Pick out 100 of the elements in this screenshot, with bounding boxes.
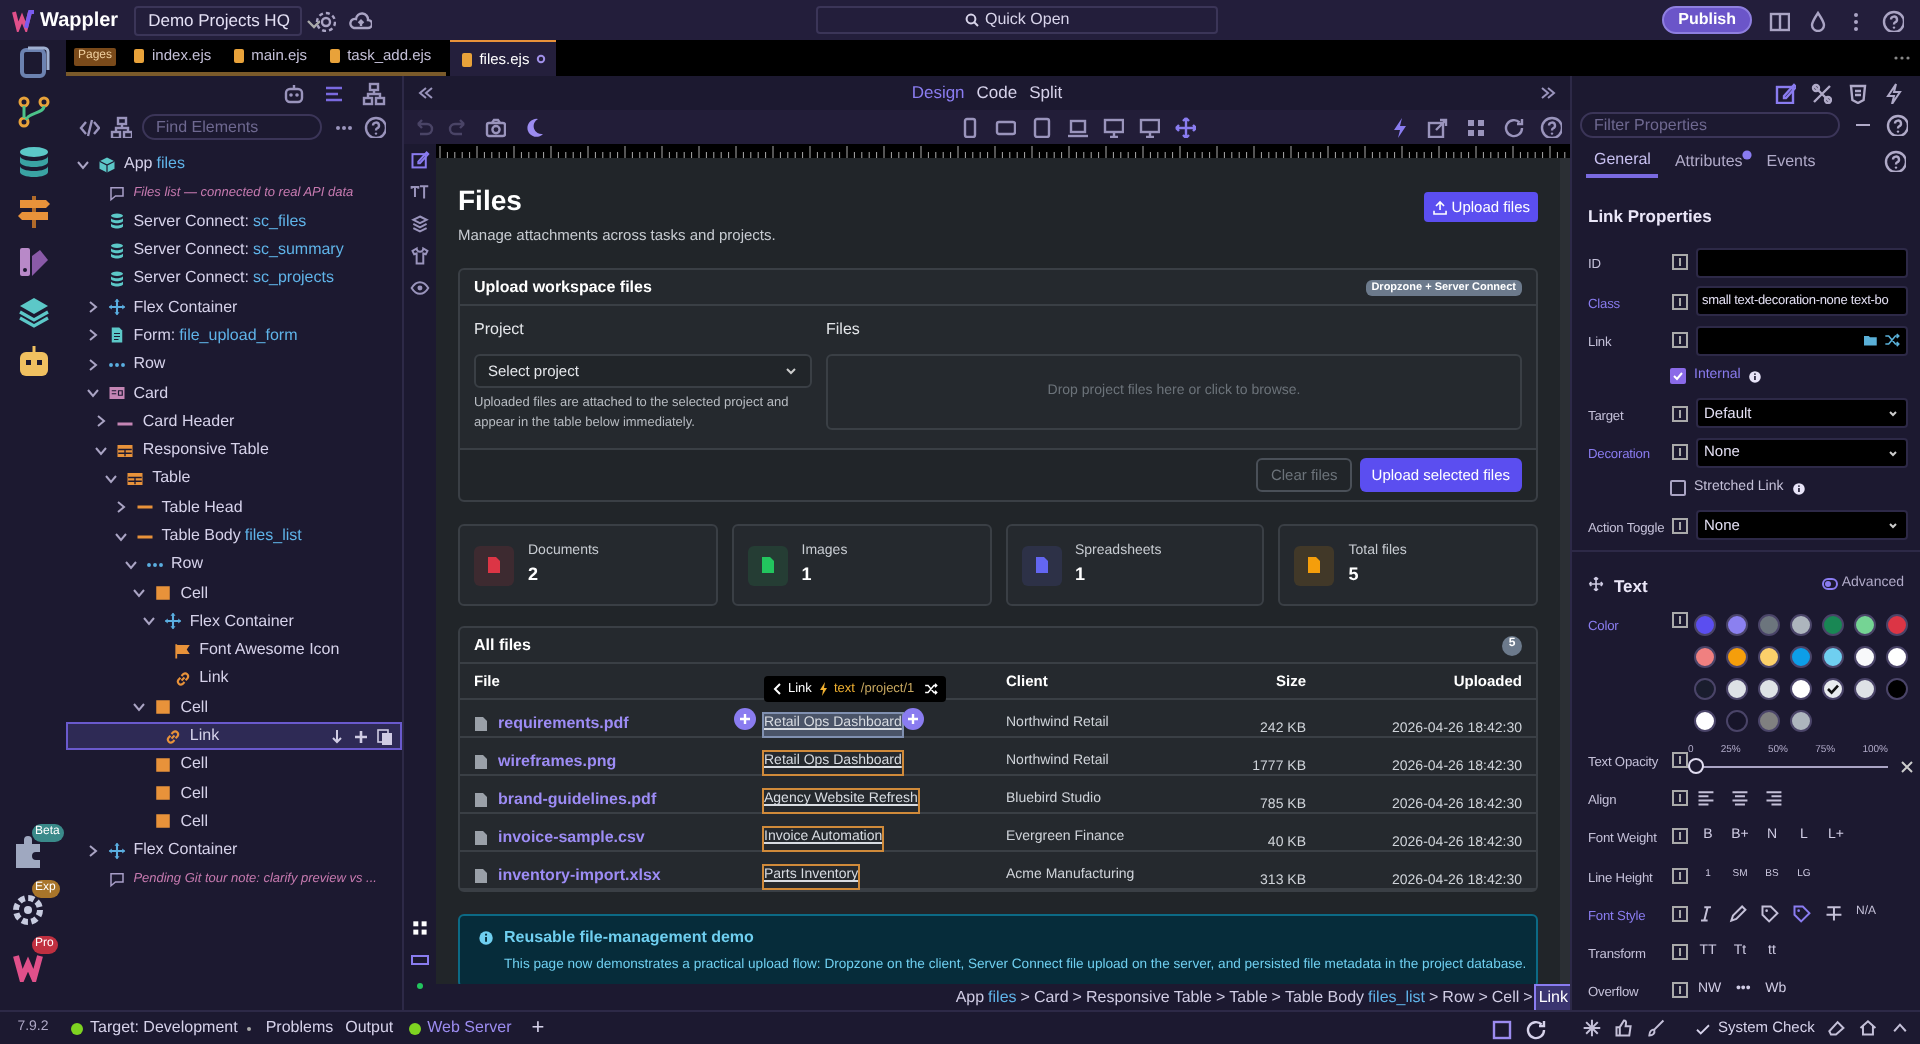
binding-icon[interactable] — [1672, 751, 1688, 768]
eye-icon[interactable] — [410, 278, 430, 298]
breadcrumb-item[interactable]: App files — [955, 985, 1017, 1009]
text-size-icon[interactable] — [410, 182, 430, 202]
panel-icon[interactable] — [410, 950, 430, 970]
moon-icon[interactable] — [522, 116, 544, 138]
help-icon[interactable] — [364, 116, 386, 138]
publish-button[interactable]: Publish — [1662, 6, 1752, 34]
share-icon[interactable] — [1426, 116, 1448, 138]
lightning-icon[interactable] — [1388, 116, 1410, 138]
camera-icon[interactable] — [484, 116, 506, 138]
checkbox[interactable] — [1670, 480, 1686, 497]
color-swatch[interactable] — [1726, 646, 1748, 669]
breadcrumb-item[interactable]: Card — [1033, 985, 1069, 1009]
breadcrumb-item[interactable]: Cell — [1491, 985, 1520, 1009]
color-swatch[interactable] — [1790, 646, 1812, 669]
color-swatch[interactable] — [1854, 678, 1876, 701]
tree-item[interactable]: Cell — [66, 807, 402, 837]
tree-item[interactable]: Server Connect: sc_files — [66, 207, 402, 236]
home-icon[interactable] — [1858, 1018, 1879, 1038]
add-icon[interactable] — [352, 727, 370, 746]
opacity-slider[interactable] — [1688, 758, 1888, 775]
pen-icon[interactable] — [1728, 903, 1748, 924]
toggle-icon[interactable] — [1821, 578, 1838, 591]
chevron-right-icon[interactable] — [92, 412, 111, 431]
collapse-icon[interactable] — [1890, 1018, 1911, 1038]
color-swatch[interactable] — [1790, 710, 1812, 733]
tablet-landscape-icon[interactable] — [993, 116, 1015, 138]
text-input[interactable] — [1696, 247, 1908, 278]
move-down-icon[interactable] — [328, 727, 346, 746]
find-elements-field[interactable]: Find Elements — [142, 114, 322, 140]
palette-icon[interactable] — [15, 244, 51, 280]
breadcrumb-item[interactable]: Table Body files_list — [1284, 985, 1425, 1009]
add-tab[interactable]: + — [531, 1011, 545, 1044]
color-swatch[interactable] — [1854, 646, 1876, 669]
square-icon[interactable] — [1490, 1017, 1512, 1039]
breadcrumb-item[interactable]: Table — [1229, 985, 1268, 1009]
layers-icon[interactable] — [15, 294, 51, 330]
color-swatch[interactable] — [1694, 678, 1716, 701]
thumbs-up-icon[interactable] — [1614, 1018, 1634, 1038]
color-swatch[interactable] — [1854, 614, 1876, 637]
tree-item[interactable]: Link — [66, 664, 402, 694]
properties-tab[interactable]: Events — [1758, 145, 1824, 178]
binding-icon[interactable] — [1672, 944, 1688, 961]
binding-icon[interactable] — [1672, 982, 1688, 999]
slider-thumb[interactable] — [1688, 758, 1704, 775]
tree-item[interactable]: Card Header — [66, 407, 402, 436]
signpost-icon[interactable] — [15, 194, 51, 230]
tablet-icon[interactable] — [1029, 116, 1051, 138]
tree-item[interactable]: Font Awesome Icon — [66, 636, 402, 665]
help-icon[interactable] — [1540, 116, 1562, 138]
filter-properties-field[interactable]: Filter Properties — [1580, 112, 1840, 139]
shirt-icon[interactable] — [410, 246, 430, 266]
tree-item[interactable]: Flex Container — [66, 607, 402, 637]
tree-item[interactable]: App files — [66, 150, 402, 179]
breadcrumb-item[interactable]: Link — [1536, 985, 1570, 1009]
monitor-icon[interactable] — [1137, 116, 1159, 138]
italic-icon[interactable] — [1696, 903, 1716, 924]
lightning-icon[interactable] — [1882, 81, 1904, 104]
tree-item[interactable]: Server Connect: sc_projects — [66, 264, 402, 293]
color-swatch[interactable] — [1758, 678, 1780, 701]
view-tab[interactable]: Split — [1029, 80, 1063, 106]
color-swatch[interactable] — [1726, 678, 1748, 701]
settings-icon[interactable] — [314, 9, 337, 31]
tree-item[interactable]: Flex Container — [66, 292, 402, 322]
color-swatch[interactable] — [1758, 710, 1780, 733]
tree-item[interactable]: Table Body files_list — [66, 521, 402, 551]
files-icon[interactable] — [15, 44, 51, 80]
tree-item[interactable]: Flex Container — [66, 836, 402, 865]
tree-item[interactable]: Responsive Table — [66, 435, 402, 465]
add-before-button[interactable] — [734, 708, 756, 731]
properties-tab[interactable]: General — [1586, 145, 1659, 178]
checkbox[interactable] — [1670, 368, 1686, 385]
binding-icon[interactable] — [1672, 905, 1688, 922]
tag-icon[interactable] — [1760, 903, 1780, 924]
web-server-tab[interactable]: Web Server — [427, 1016, 512, 1040]
eraser-icon[interactable] — [1826, 1018, 1847, 1038]
sitemap-icon[interactable] — [362, 81, 386, 105]
stack-icon[interactable] — [410, 214, 430, 234]
help-icon[interactable] — [1884, 150, 1906, 173]
brush-icon[interactable] — [1646, 1018, 1666, 1038]
refresh-icon[interactable] — [1524, 1017, 1546, 1039]
color-swatch[interactable] — [1694, 614, 1716, 637]
refresh-icon[interactable] — [1502, 116, 1524, 138]
file-link[interactable]: requirements.pdf — [498, 712, 629, 737]
columns-icon[interactable] — [1768, 9, 1790, 31]
robot-icon[interactable] — [15, 344, 51, 380]
properties-tab[interactable]: Attributes — [1666, 145, 1751, 178]
css-icon[interactable] — [1846, 81, 1868, 104]
laptop-icon[interactable] — [1065, 116, 1087, 138]
collapse-left-icon[interactable] — [416, 84, 434, 102]
tools-icon[interactable] — [1810, 81, 1832, 104]
color-swatch[interactable] — [1886, 678, 1908, 701]
binding-icon[interactable] — [1672, 444, 1688, 460]
tag-icon[interactable] — [1792, 903, 1812, 924]
color-swatch[interactable] — [1758, 614, 1780, 637]
binding-icon[interactable] — [1672, 517, 1688, 534]
code-icon[interactable] — [78, 116, 100, 138]
color-swatch[interactable] — [1726, 710, 1748, 733]
breadcrumb-item[interactable]: Row — [1442, 985, 1475, 1009]
